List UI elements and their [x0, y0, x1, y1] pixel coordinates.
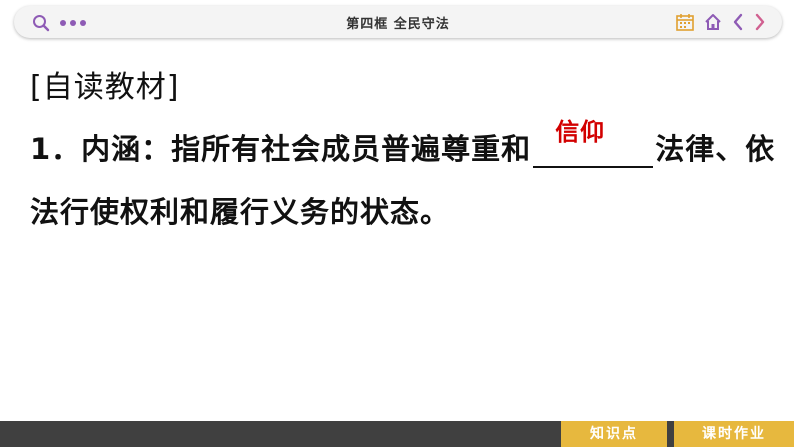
answer-text: 信仰 — [555, 117, 606, 146]
definition-line-1: 1．内涵：指所有社会成员普遍尊重和 信仰法律、依 — [30, 117, 774, 168]
fill-in-blank: 信仰 — [533, 117, 654, 168]
line1-suffix: 法律、依 — [655, 132, 776, 166]
nav-controls — [676, 13, 766, 31]
next-icon[interactable] — [754, 13, 766, 31]
line1-prefix: 1．内涵：指所有社会成员普遍尊重和 — [30, 132, 532, 166]
calendar-icon[interactable] — [676, 13, 694, 31]
top-toolbar: 第四框 全民守法 — [14, 6, 782, 38]
homework-button[interactable]: 课时作业 — [674, 421, 794, 447]
home-icon[interactable] — [704, 13, 722, 31]
section-heading: [自读教材] — [30, 70, 180, 105]
prev-icon[interactable] — [732, 13, 744, 31]
bottom-toolbar: 知识点 课时作业 — [0, 421, 794, 447]
knowledge-points-button[interactable]: 知识点 — [561, 421, 667, 447]
definition-line-2: 法行使权利和履行义务的状态。 — [30, 195, 451, 229]
page-title: 第四框 全民守法 — [346, 17, 450, 32]
